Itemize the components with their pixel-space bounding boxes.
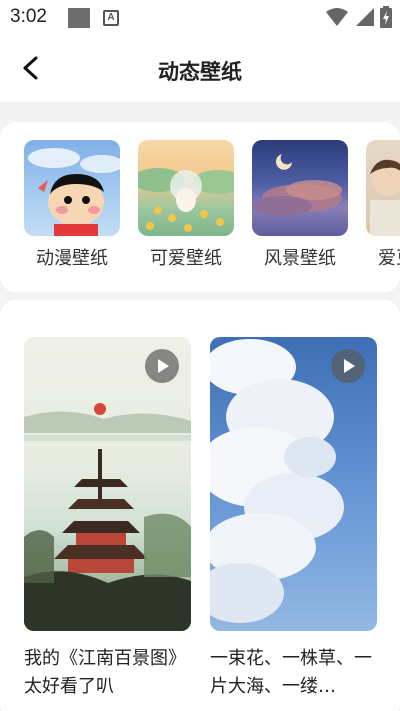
category-label: 风景壁纸 [264, 248, 336, 269]
page-title: 动态壁纸 [158, 60, 242, 84]
wallpaper-thumbnail[interactable] [210, 337, 377, 631]
category-label: 可爱壁纸 [150, 248, 222, 269]
wifi-icon [326, 8, 348, 26]
category-idol-thumbnail [366, 140, 400, 236]
category-label: 动漫壁纸 [36, 248, 108, 269]
a-app-icon: A [103, 10, 119, 26]
category-anime[interactable]: 动漫壁纸 [24, 140, 120, 270]
signal-icon [356, 8, 374, 26]
category-label: 爱豆壁纸 [378, 248, 400, 269]
wallpaper-card[interactable]: 一束花、一株草、一片大海、一缕… [210, 337, 377, 701]
notification-square-icon [68, 8, 90, 28]
wallpaper-thumbnail[interactable] [24, 337, 191, 631]
play-icon [145, 349, 179, 383]
category-scenery-thumbnail [252, 140, 348, 236]
category-strip[interactable]: 动漫壁纸 可爱壁纸 风景壁纸 爱 [0, 122, 400, 292]
category-scenery[interactable]: 风景壁纸 [252, 140, 348, 270]
category-idol[interactable]: 爱豆壁纸 [366, 140, 400, 270]
status-time: 3:02 [10, 6, 47, 27]
wallpaper-feed[interactable]: 我的《江南百景图》太好看了叭 一束花、一株草、一片大海、一缕… [0, 300, 400, 711]
category-anime-thumbnail [24, 140, 120, 236]
wallpaper-card[interactable]: 我的《江南百景图》太好看了叭 [24, 337, 191, 701]
wallpaper-title: 我的《江南百景图》太好看了叭 [24, 648, 186, 697]
wallpaper-title: 一束花、一株草、一片大海、一缕… [210, 648, 372, 697]
battery-icon [380, 6, 392, 28]
status-bar: 3:02 A [0, 0, 400, 36]
play-icon [331, 349, 365, 383]
category-cute[interactable]: 可爱壁纸 [138, 140, 234, 270]
category-cute-thumbnail [138, 140, 234, 236]
app-header: 动态壁纸 [0, 36, 400, 102]
